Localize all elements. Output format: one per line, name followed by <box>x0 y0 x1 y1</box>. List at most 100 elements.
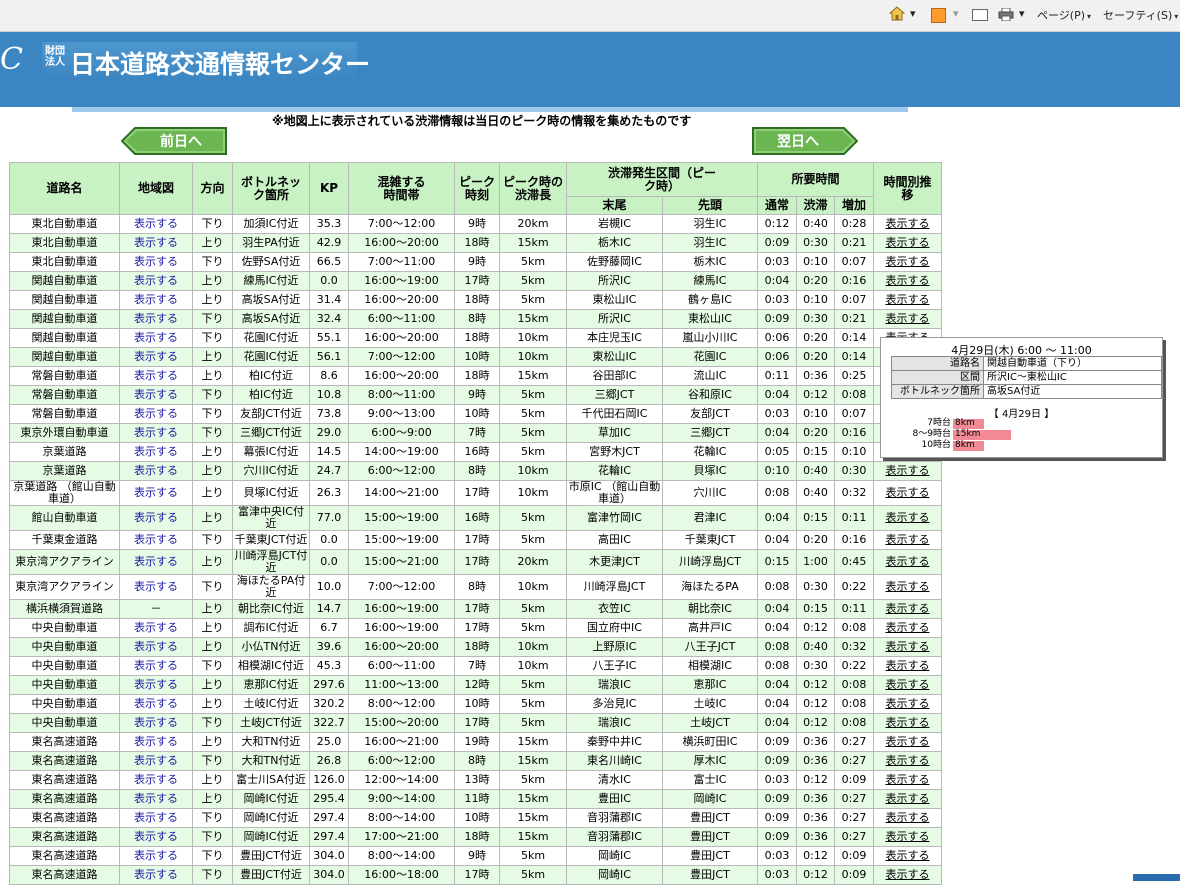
cell-direction: 下り <box>192 751 233 771</box>
cell-hourly[interactable]: 表示する <box>873 808 942 828</box>
cell-peak-length: 5km <box>499 505 567 531</box>
cell-hourly[interactable]: 表示する <box>873 480 942 506</box>
cell-hourly[interactable]: 表示する <box>873 732 942 752</box>
cell-map[interactable]: 表示する <box>119 656 193 676</box>
popup-bar-value: 8km <box>955 440 975 450</box>
popup-bar-value: 8km <box>955 418 975 428</box>
cell-section-end: 瑞浪IC <box>566 713 663 733</box>
print-icon[interactable] <box>998 8 1014 21</box>
cell-hourly[interactable]: 表示する <box>873 846 942 866</box>
cell-hourly[interactable]: 表示する <box>873 461 942 481</box>
cell-map[interactable]: 表示する <box>119 366 193 386</box>
safety-menu[interactable]: セーフティ(S) ▾ <box>1103 7 1178 23</box>
feed-icon[interactable] <box>931 8 946 23</box>
cell-map[interactable]: 表示する <box>119 694 193 714</box>
cell-map[interactable]: 表示する <box>119 252 193 272</box>
cell-hourly[interactable]: 表示する <box>873 574 942 600</box>
cell-hourly[interactable]: 表示する <box>873 656 942 676</box>
cell-map[interactable]: 表示する <box>119 789 193 809</box>
cell-hourly[interactable]: 表示する <box>873 694 942 714</box>
cell-tt-increase: 0:08 <box>834 385 874 405</box>
cell-map[interactable]: 表示する <box>119 423 193 443</box>
cell-hourly[interactable]: 表示する <box>873 290 942 310</box>
cell-time-band: 12:00～14:00 <box>348 770 455 790</box>
cell-time-band: 6:00～9:00 <box>348 423 455 443</box>
org-title[interactable]: 日本道路交通情報センター <box>70 45 370 81</box>
cell-map[interactable]: 表示する <box>119 770 193 790</box>
cell-tt-normal: 0:06 <box>757 347 797 367</box>
cell-hourly[interactable]: 表示する <box>873 233 942 253</box>
cell-peak-time: 17時 <box>454 271 500 291</box>
cell-peak-time: 10時 <box>454 694 500 714</box>
cell-hourly[interactable]: 表示する <box>873 675 942 695</box>
cell-map[interactable]: 表示する <box>119 385 193 405</box>
cell-map[interactable]: 表示する <box>119 846 193 866</box>
home-icon[interactable] <box>889 6 905 21</box>
cell-map[interactable]: 表示する <box>119 618 193 638</box>
cell-peak-time: 8時 <box>454 461 500 481</box>
cell-hourly[interactable]: 表示する <box>873 637 942 657</box>
cell-map[interactable]: 表示する <box>119 574 193 600</box>
cell-kp: 24.7 <box>309 461 349 481</box>
cell-map[interactable]: 表示する <box>119 461 193 481</box>
cell-map[interactable]: 表示する <box>119 549 193 575</box>
cell-peak-time: 16時 <box>454 442 500 462</box>
cell-map[interactable]: 表示する <box>119 675 193 695</box>
cell-hourly[interactable]: 表示する <box>873 252 942 272</box>
mail-icon[interactable] <box>972 9 988 21</box>
page-menu[interactable]: ページ(P) ▾ <box>1037 7 1091 23</box>
cell-bottleneck: 土岐IC付近 <box>232 694 310 714</box>
cell-hourly[interactable]: 表示する <box>873 309 942 329</box>
cell-map[interactable]: 表示する <box>119 505 193 531</box>
cell-map[interactable]: 表示する <box>119 530 193 550</box>
next-day-button[interactable]: 翌日へ <box>750 127 858 155</box>
cell-hourly[interactable]: 表示する <box>873 505 942 531</box>
prev-day-button[interactable]: 前日へ <box>121 127 229 155</box>
cell-hourly[interactable]: 表示する <box>873 549 942 575</box>
cell-map[interactable]: 表示する <box>119 404 193 424</box>
cell-map[interactable]: 表示する <box>119 865 193 885</box>
cell-hourly[interactable]: 表示する <box>873 751 942 771</box>
cell-section-head: 鶴ヶ島IC <box>662 290 758 310</box>
cell-map[interactable]: 表示する <box>119 328 193 348</box>
cell-hourly[interactable]: 表示する <box>873 214 942 234</box>
cell-map[interactable]: 表示する <box>119 480 193 506</box>
cell-hourly[interactable]: 表示する <box>873 713 942 733</box>
cell-map[interactable]: 表示する <box>119 732 193 752</box>
cell-direction: 上り <box>192 233 233 253</box>
cell-hourly[interactable]: 表示する <box>873 770 942 790</box>
cell-section-head: 土岐IC <box>662 694 758 714</box>
cell-map[interactable]: 表示する <box>119 442 193 462</box>
cell-time-band: 16:00～18:00 <box>348 865 455 885</box>
cell-hourly[interactable]: 表示する <box>873 271 942 291</box>
print-dropdown-icon[interactable]: ▾ <box>1019 7 1025 20</box>
cell-map[interactable]: 表示する <box>119 271 193 291</box>
cell-map[interactable]: 表示する <box>119 233 193 253</box>
cell-tt-increase: 0:27 <box>834 789 874 809</box>
cell-hourly[interactable]: 表示する <box>873 827 942 847</box>
cell-map[interactable]: 表示する <box>119 713 193 733</box>
cell-map[interactable]: 表示する <box>119 290 193 310</box>
cell-map[interactable]: 表示する <box>119 214 193 234</box>
cell-time-band: 16:00～19:00 <box>348 618 455 638</box>
home-dropdown-icon[interactable]: ▾ <box>910 7 916 20</box>
cell-tt-jam: 0:36 <box>796 366 835 386</box>
cell-hourly[interactable]: 表示する <box>873 599 942 619</box>
feed-dropdown-icon[interactable]: ▾ <box>953 7 959 20</box>
cell-map[interactable]: 表示する <box>119 751 193 771</box>
cell-section-end: 八王子IC <box>566 656 663 676</box>
cell-road: 常磐自動車道 <box>9 404 120 424</box>
cell-map[interactable]: 表示する <box>119 808 193 828</box>
cell-time-band: 9:00～13:00 <box>348 404 455 424</box>
cell-hourly[interactable]: 表示する <box>873 865 942 885</box>
cell-hourly[interactable]: 表示する <box>873 530 942 550</box>
table-row: 関越自動車道 表示する 上り 花園IC付近 56.1 7:00～12:00 10時 10km 東… <box>9 347 942 367</box>
cell-hourly[interactable]: 表示する <box>873 618 942 638</box>
cell-tt-normal: 0:06 <box>757 328 797 348</box>
cell-map[interactable]: 表示する <box>119 309 193 329</box>
cell-tt-increase: 0:14 <box>834 347 874 367</box>
cell-hourly[interactable]: 表示する <box>873 789 942 809</box>
cell-map[interactable]: 表示する <box>119 347 193 367</box>
cell-map[interactable]: 表示する <box>119 827 193 847</box>
cell-map[interactable]: 表示する <box>119 637 193 657</box>
